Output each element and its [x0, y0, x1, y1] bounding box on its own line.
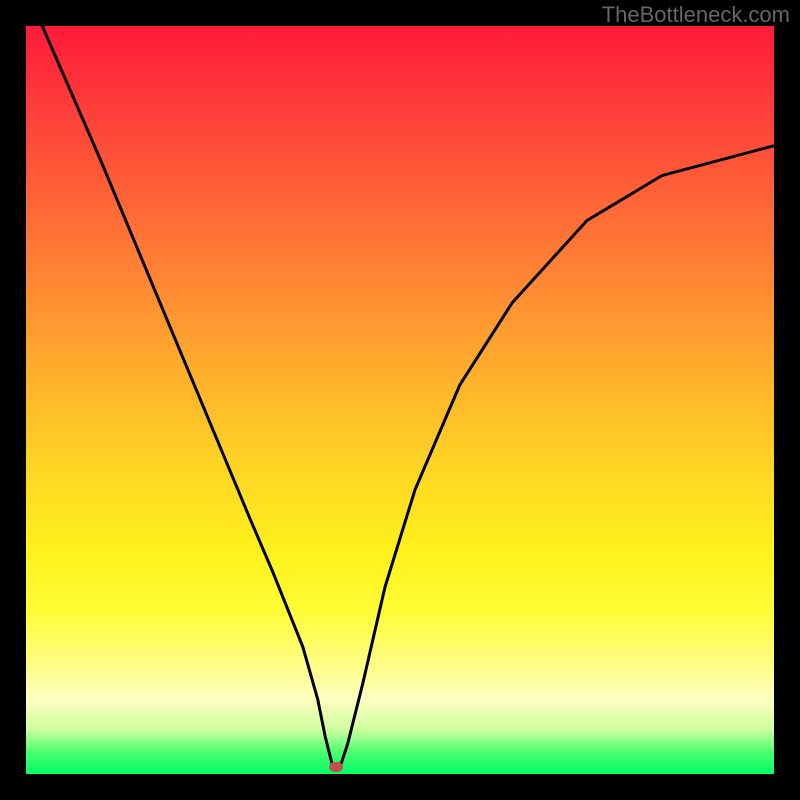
minimum-marker [329, 762, 343, 772]
chart-frame: TheBottleneck.com [0, 0, 800, 800]
plot-area [26, 26, 774, 774]
watermark-text: TheBottleneck.com [602, 2, 790, 28]
bottleneck-curve-line [26, 0, 774, 767]
curve-svg [26, 26, 774, 774]
